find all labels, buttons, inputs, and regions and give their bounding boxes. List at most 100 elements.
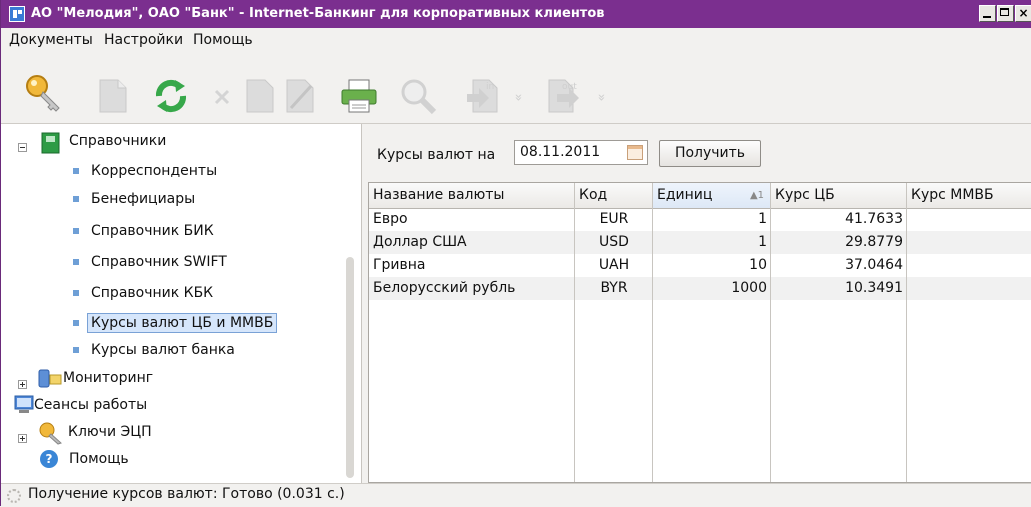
tree-item-bank-rates[interactable]: Курсы валют банка [73,342,235,358]
calendar-icon[interactable] [627,145,643,160]
table-cell: UAH [598,257,630,273]
tree-item-label: Справочник SWIFT [91,254,227,270]
tree-item-beneficiaries[interactable]: Бенефициары [73,191,195,207]
sign-icon[interactable] [285,78,317,114]
bullet-icon [73,168,79,174]
export-label: out [562,82,577,92]
table-row[interactable]: Гривна UAH 10 37.0464 [369,254,1031,277]
tree-item-sessions[interactable]: Сеансы работы [34,397,147,413]
menu-documents[interactable]: Документы [9,32,93,48]
table-cell: 37.0464 [845,257,903,273]
col-header-units-label: Единиц [657,187,713,203]
tree-item-references[interactable]: Справочники [69,133,166,149]
main-window: АО "Мелодия", ОАО "Банк" - Internet-Банк… [0,0,1031,507]
table-cell: Гривна [373,257,426,273]
refresh-icon[interactable] [151,76,191,116]
col-header-code[interactable]: Код [575,183,653,208]
col-header-name[interactable]: Название валюты [369,183,575,208]
tree-item-swift[interactable]: Справочник SWIFT [73,254,227,270]
table-cell: BYR [600,280,628,296]
bullet-icon [73,196,79,202]
tree-item-help[interactable]: Помощь [69,451,129,467]
expand-monitoring-toggle[interactable] [18,380,27,389]
collapse-references-toggle[interactable] [18,143,27,152]
tree-item-label: Справочник БИК [91,223,214,239]
table-cell [907,208,1031,231]
maximize-button[interactable] [997,5,1014,22]
menu-bar: Документы Настройки Помощь [1,28,1031,53]
table-row[interactable]: Доллар США USD 1 29.8779 [369,231,1031,254]
rates-date-label: Курсы валют на [377,147,496,163]
bullet-icon [73,347,79,353]
col-header-cb-rate[interactable]: Курс ЦБ [771,183,907,208]
keys-icon [39,422,62,445]
column-divider [906,208,907,482]
key-icon[interactable] [23,72,65,114]
tree-scrollbar[interactable] [346,257,354,478]
tree-item-label: Мониторинг [63,370,154,386]
toolbar: in » out » [1,52,1031,124]
rates-date-value: 08.11.2011 [520,144,601,160]
table-cell: Белорусский рубль [373,280,516,296]
menu-settings[interactable]: Настройки [104,32,183,48]
table-cell [907,277,1031,300]
tree-item-bik[interactable]: Справочник БИК [73,223,214,239]
expand-keys-toggle[interactable] [18,434,27,443]
close-button[interactable]: × [1015,5,1031,22]
document-icon[interactable] [245,78,275,114]
import-dropdown-icon[interactable]: » [510,94,525,102]
get-rates-button[interactable]: Получить [659,140,761,167]
delete-icon[interactable] [213,88,231,106]
tree-item-references-label: Справочники [69,133,167,149]
status-text: Получение курсов валют: Готово (0.031 с.… [28,486,345,502]
app-icon [9,6,25,22]
new-document-icon[interactable] [98,78,128,114]
column-divider [652,208,653,482]
table-cell: 1 [758,211,767,227]
column-divider [574,208,575,482]
navigation-tree: Справочники Корреспонденты Бенефициары С… [1,124,362,483]
column-divider [770,208,771,482]
minimize-button[interactable] [979,5,996,22]
table-cell [907,254,1031,277]
tree-item-kbk[interactable]: Справочник КБК [73,285,213,301]
book-icon [41,132,60,154]
tree-item-currency-rates-cb[interactable]: Курсы валют ЦБ и ММВБ [73,313,278,333]
table-row[interactable]: Евро EUR 1 41.7633 [369,208,1031,231]
title-bar[interactable]: АО "Мелодия", ОАО "Банк" - Internet-Банк… [1,0,1031,28]
tree-item-label: Корреспонденты [91,163,218,179]
search-icon[interactable] [398,76,440,116]
table-cell: Евро [373,211,408,227]
tree-item-label: Ключи ЭЦП [68,424,152,440]
bullet-icon [73,290,79,296]
import-label: in [486,82,495,92]
tree-item-keys[interactable]: Ключи ЭЦП [68,424,152,440]
table-header: Название валюты Код Единиц ▲1 Курс ЦБ Ку… [369,183,1031,209]
table-cell: EUR [599,211,629,227]
rates-date-field[interactable]: 08.11.2011 [514,140,648,165]
table-cell: 10 [749,257,767,273]
table-cell: 10.3491 [845,280,903,296]
printer-icon[interactable] [339,78,379,114]
help-icon: ? [40,450,58,468]
tree-item-label: Справочник КБК [91,285,214,301]
export-dropdown-icon[interactable]: » [593,94,608,102]
menu-help[interactable]: Помощь [193,32,253,48]
tree-item-monitoring[interactable]: Мониторинг [63,370,153,386]
tree-item-label-selected: Курсы валют ЦБ и ММВБ [87,313,278,333]
bullet-icon [73,228,79,234]
col-header-units[interactable]: Единиц ▲1 [653,183,771,208]
import-icon[interactable] [465,78,501,114]
monitoring-icon [38,369,62,388]
loading-spinner-icon [7,489,21,503]
table-row[interactable]: Белорусский рубль BYR 1000 10.3491 [369,277,1031,300]
tree-item-label: Помощь [69,451,129,467]
col-header-mmvb-rate[interactable]: Курс ММВБ [907,183,1031,208]
sessions-icon [14,395,34,413]
table-cell [907,231,1031,254]
table-cell: 41.7633 [845,211,903,227]
tree-item-correspondents[interactable]: Корреспонденты [73,163,217,179]
bullet-icon [73,320,79,326]
status-bar: Получение курсов валют: Готово (0.031 с.… [1,483,1031,507]
table-cell: USD [599,234,629,250]
